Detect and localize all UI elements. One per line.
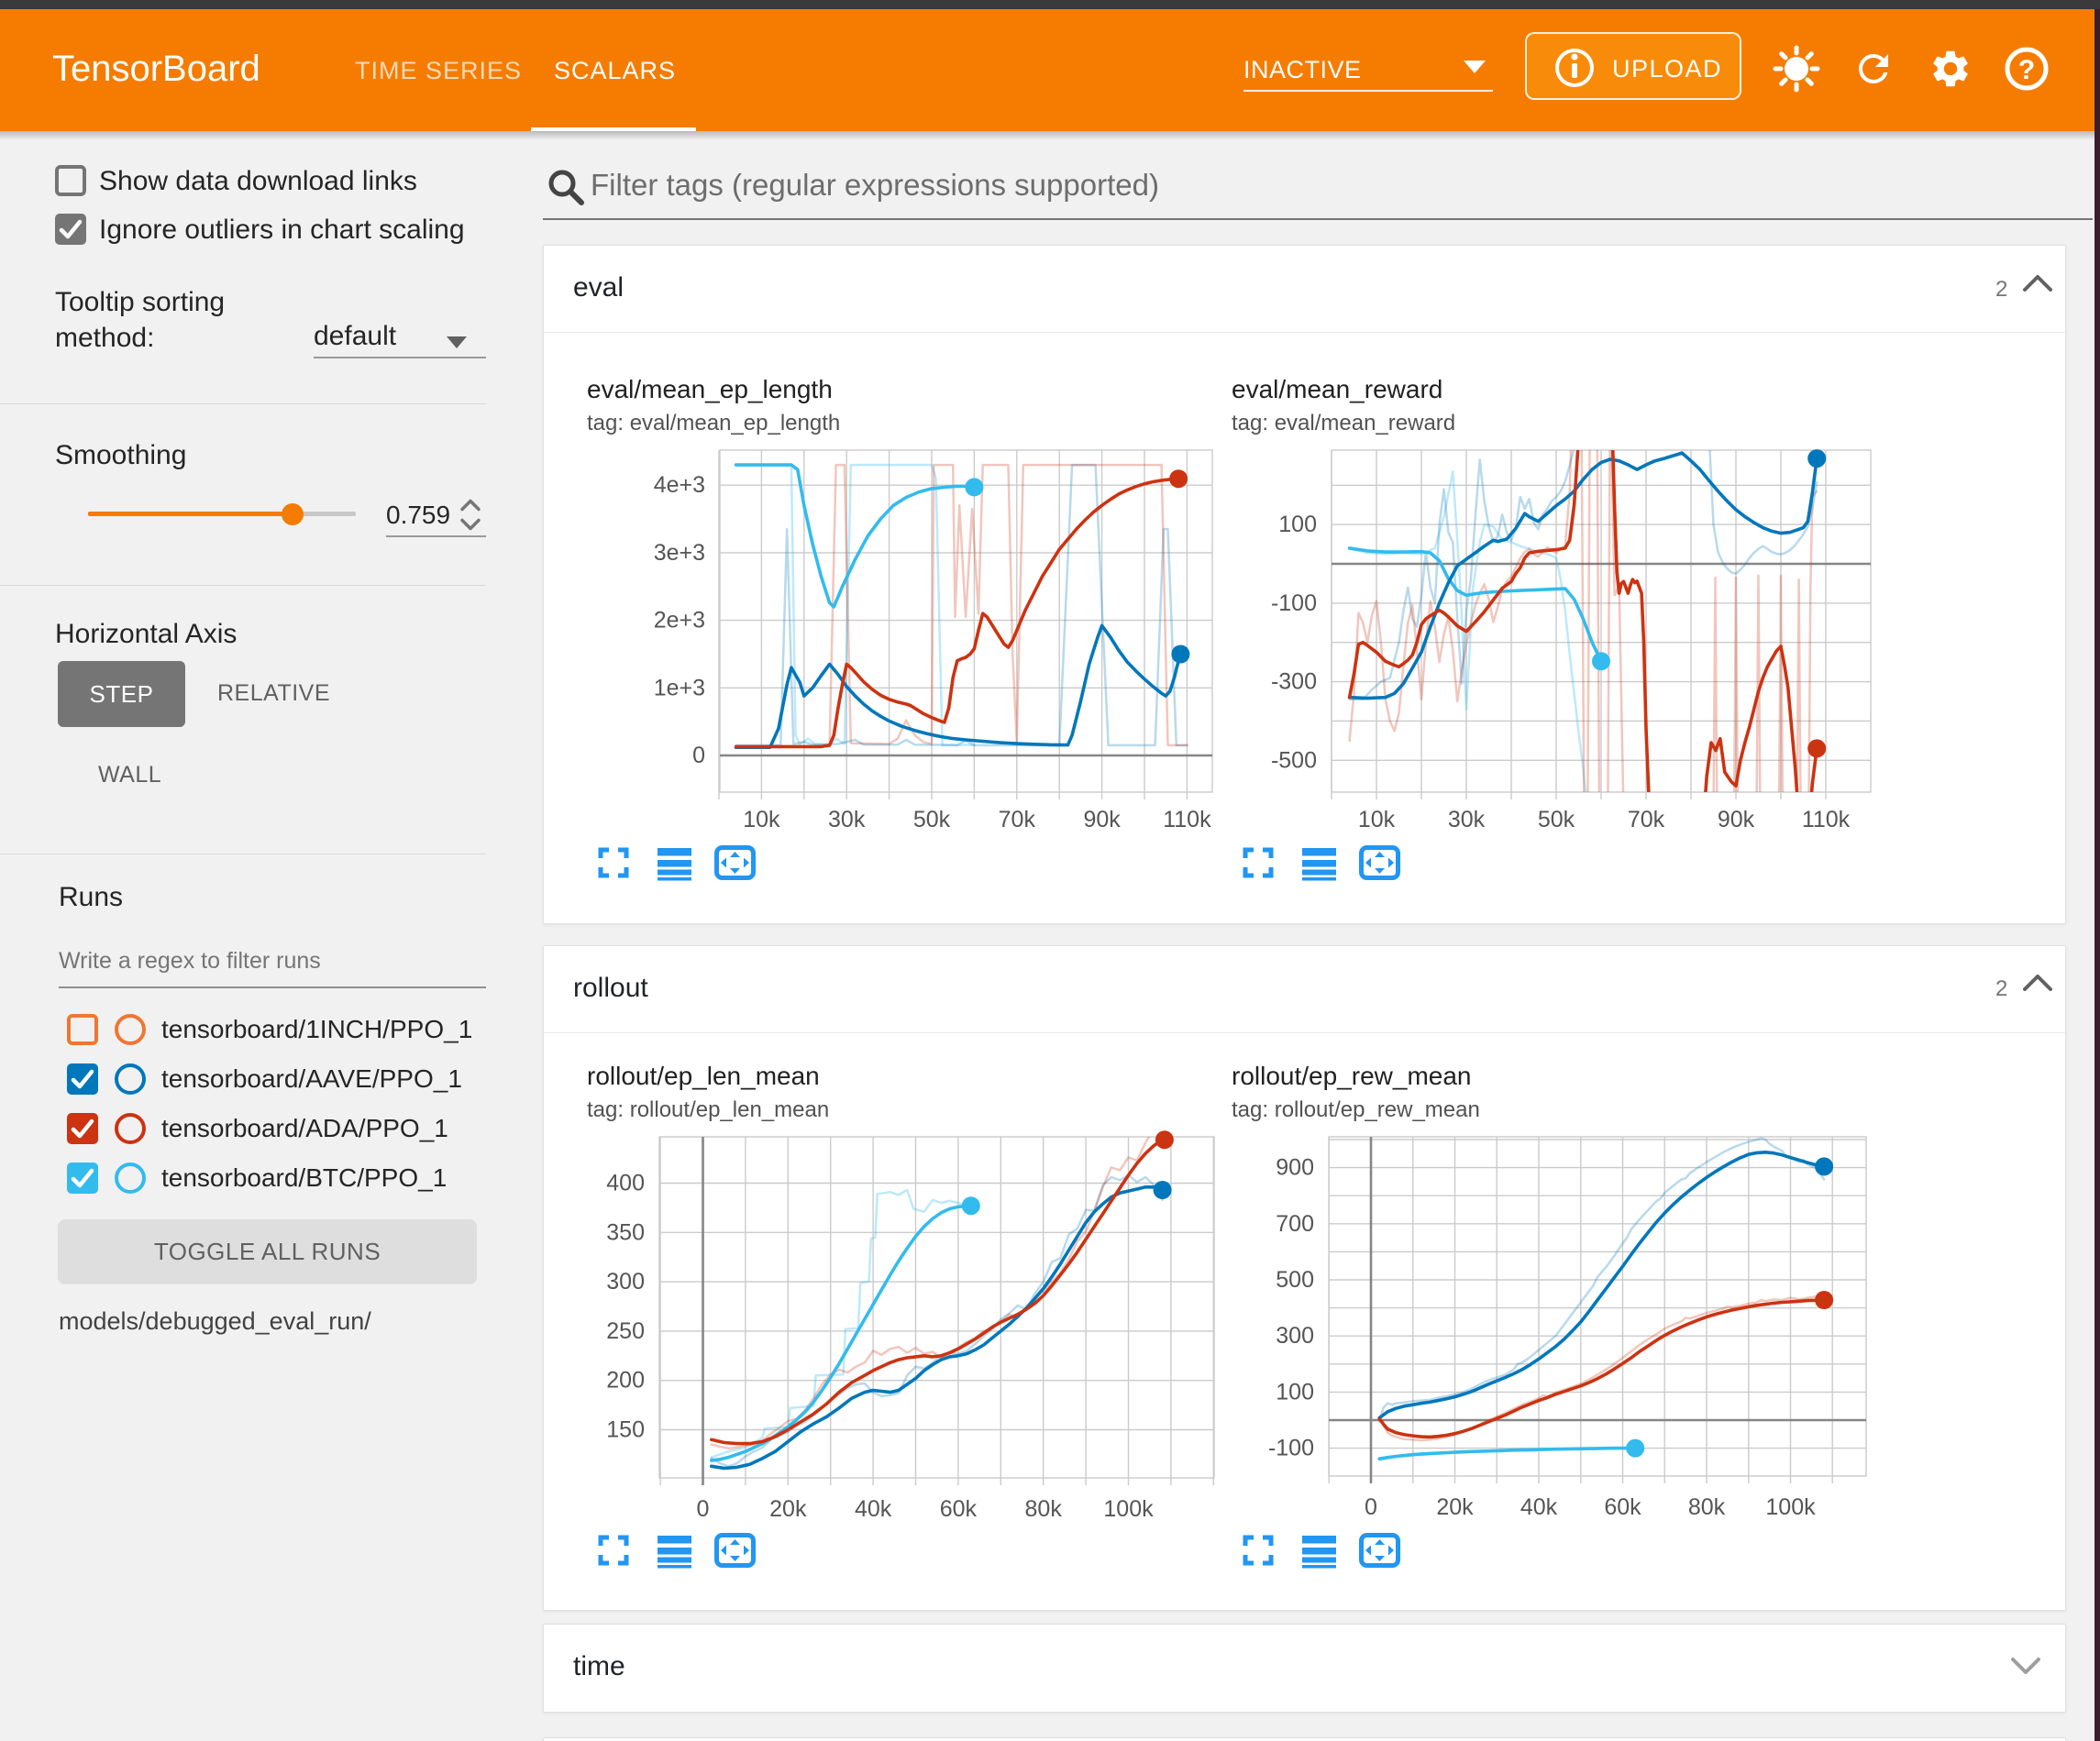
svg-text:350: 350 — [606, 1219, 645, 1245]
svg-text:80k: 80k — [1025, 1496, 1063, 1522]
svg-text:30k: 30k — [828, 807, 866, 832]
svg-text:40k: 40k — [855, 1496, 892, 1522]
svg-text:10k: 10k — [743, 807, 780, 832]
svg-text:20k: 20k — [769, 1496, 807, 1522]
svg-text:60k: 60k — [940, 1496, 978, 1522]
svg-text:900: 900 — [1276, 1155, 1314, 1181]
svg-text:100: 100 — [1276, 1379, 1314, 1405]
svg-text:500: 500 — [1276, 1267, 1314, 1293]
svg-text:100k: 100k — [1103, 1496, 1154, 1522]
svg-text:700: 700 — [1276, 1211, 1314, 1237]
svg-text:?: ? — [2018, 55, 2035, 85]
svg-text:30k: 30k — [1448, 807, 1486, 832]
svg-text:3e+3: 3e+3 — [654, 540, 705, 566]
svg-text:70k: 70k — [999, 807, 1036, 832]
svg-text:300: 300 — [606, 1269, 645, 1295]
svg-text:-300: -300 — [1271, 669, 1317, 695]
svg-text:150: 150 — [606, 1417, 645, 1443]
svg-text:110k: 110k — [1802, 807, 1851, 832]
svg-text:-100: -100 — [1268, 1436, 1314, 1461]
svg-text:90k: 90k — [1083, 807, 1121, 832]
svg-text:70k: 70k — [1628, 807, 1665, 832]
svg-text:100k: 100k — [1765, 1494, 1816, 1520]
svg-text:60k: 60k — [1604, 1494, 1641, 1520]
svg-text:40k: 40k — [1520, 1494, 1558, 1520]
svg-text:50k: 50k — [913, 807, 951, 832]
svg-text:90k: 90k — [1718, 807, 1755, 832]
svg-text:50k: 50k — [1538, 807, 1575, 832]
svg-text:4e+3: 4e+3 — [654, 472, 705, 498]
svg-text:100: 100 — [1278, 512, 1317, 537]
svg-text:-100: -100 — [1271, 590, 1317, 616]
svg-text:250: 250 — [606, 1318, 645, 1344]
svg-text:2e+3: 2e+3 — [654, 608, 705, 634]
svg-text:200: 200 — [606, 1368, 645, 1394]
svg-text:-500: -500 — [1271, 747, 1317, 773]
svg-text:300: 300 — [1276, 1323, 1314, 1349]
svg-text:0: 0 — [692, 743, 705, 768]
svg-text:80k: 80k — [1688, 1494, 1726, 1520]
svg-text:0: 0 — [1365, 1494, 1377, 1520]
svg-text:0: 0 — [697, 1496, 710, 1522]
svg-text:10k: 10k — [1358, 807, 1396, 832]
svg-text:110k: 110k — [1163, 807, 1211, 832]
svg-text:1e+3: 1e+3 — [654, 675, 705, 700]
svg-text:20k: 20k — [1436, 1494, 1474, 1520]
svg-text:400: 400 — [606, 1171, 645, 1196]
